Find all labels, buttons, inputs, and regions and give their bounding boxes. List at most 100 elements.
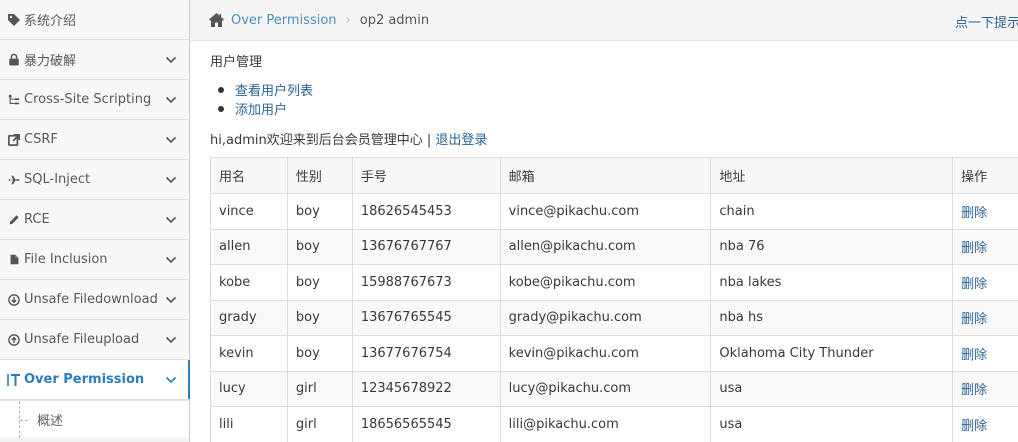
table-cell: vince@pikachu.com [499, 193, 712, 230]
upload-circle-icon [7, 333, 21, 347]
table-cell: boy [286, 299, 353, 336]
chevron-down-icon [165, 56, 177, 64]
sidebar-item-over-permission[interactable]: Over Permission [0, 360, 190, 400]
table-header-row: 用名 性别 手号 邮箱 地址 操作 [210, 157, 1018, 194]
chevron-down-icon [165, 176, 177, 184]
sidebar-item-label: Cross-Site Scripting [24, 92, 152, 107]
view-user-list-link[interactable]: 查看用户列表 [235, 80, 313, 99]
table-cell: allen@pikachu.com [499, 228, 712, 265]
sidebar-item-label: Unsafe Fileupload [24, 332, 140, 347]
chevron-down-icon [165, 336, 177, 344]
sidebar-item-label: 系统介绍 [24, 14, 77, 29]
sidebar-item-label: 暴力破解 [24, 54, 77, 69]
table-cell: kobe@pikachu.com [499, 264, 712, 301]
sidebar-item-label: Over Permission [24, 372, 145, 387]
table-cell: nba lakes [710, 264, 954, 301]
table-cell: nba 76 [710, 228, 954, 265]
table-cell: lucy [210, 370, 288, 407]
chevron-down-icon [165, 216, 177, 224]
sidebar-item-unsafe-upload[interactable]: Unsafe Fileupload [0, 320, 189, 360]
table-cell: 13676765545 [351, 299, 501, 336]
chevron-down-icon [165, 96, 177, 104]
table-header-cell: 用名 [210, 157, 288, 194]
table-row: kobe boy 15988767673 kobe@pikachu.com nba la… [210, 264, 1018, 301]
table-cell: Oklahoma City Thunder [710, 335, 954, 372]
table-cell: lucy@pikachu.com [499, 370, 712, 407]
delete-user-link[interactable]: 删除 [961, 348, 987, 363]
delete-user-link[interactable]: 删除 [961, 383, 987, 398]
sidebar-item-intro[interactable]: 系统介绍 [0, 0, 189, 40]
table-cell: kevin [210, 335, 288, 372]
table-cell: kobe [210, 264, 288, 301]
sidebar-item-sqli[interactable]: SQL-Inject [0, 160, 189, 200]
table-header-cell: 手号 [351, 157, 501, 194]
sidebar-subitem-overview[interactable]: 概述 [0, 400, 189, 438]
breadcrumb-current: op2 admin [359, 12, 430, 28]
sidebar-item-burteforce[interactable]: 暴力破解 [0, 40, 189, 80]
chevron-down-icon [165, 136, 177, 144]
main-content: 用户管理 查看用户列表 添加用户 hi,admin欢迎来到后台会员管理中心 | … [210, 41, 1018, 442]
table-cell: allen [210, 228, 288, 265]
bullet-icon [218, 105, 224, 112]
table-row: lili girl 18656565545 lili@pikachu.com usa 删除 [210, 406, 1018, 442]
sidebar-item-label: CSRF [24, 132, 58, 147]
sidebar-item-file-inclusion[interactable]: File Inclusion [0, 240, 189, 280]
table-row: grady boy 13676765545 grady@pikachu.com nba … [210, 299, 1018, 336]
table-cell: 18626545453 [351, 193, 501, 230]
table-cell: grady@pikachu.com [499, 299, 712, 336]
breadcrumb: Over Permission › op2 admin 点一下提示~ [190, 0, 1018, 41]
tags-icon [7, 13, 21, 27]
sidebar-item-unsafe-download[interactable]: Unsafe Filedownload [0, 280, 189, 320]
table-cell: 12345678922 [351, 370, 501, 407]
sidebar-submenu: 概述 [0, 400, 189, 438]
table-cell: 删除 [952, 193, 1018, 230]
logout-link[interactable]: 退出登录 [435, 133, 487, 148]
table-cell: 删除 [952, 299, 1018, 336]
sidebar-subitem-label: 概述 [37, 414, 64, 429]
sitemap-icon [7, 93, 21, 107]
pencil-icon [7, 213, 21, 227]
delete-user-link[interactable]: 删除 [961, 419, 987, 434]
chevron-down-icon [165, 256, 177, 264]
sidebar-item-csrf[interactable]: CSRF [0, 120, 189, 160]
add-user-link[interactable]: 添加用户 [235, 99, 287, 118]
table-cell: boy [286, 264, 353, 301]
sidebar-item-label: SQL-Inject [24, 172, 91, 187]
sidebar-item-rce[interactable]: RCE [0, 200, 189, 240]
table-row: allen boy 13676767767 allen@pikachu.com nba … [210, 228, 1018, 265]
user-table: 用名 性别 手号 邮箱 地址 操作 vince boy 18626545453 vince@pi… [210, 157, 1018, 442]
delete-user-link[interactable]: 删除 [961, 206, 987, 221]
external-link-icon [7, 133, 21, 147]
table-cell: boy [286, 335, 353, 372]
home-icon[interactable] [208, 12, 225, 28]
list-item: 查看用户列表 [218, 80, 313, 99]
welcome-message: hi,admin欢迎来到后台会员管理中心 | 退出登录 [210, 129, 487, 148]
table-cell: usa [710, 370, 954, 407]
table-cell: 删除 [952, 264, 1018, 301]
page-title: 用户管理 [210, 55, 263, 70]
delete-user-link[interactable]: 删除 [961, 277, 987, 292]
file-icon [7, 253, 21, 267]
download-circle-icon [7, 293, 21, 307]
delete-user-link[interactable]: 删除 [961, 241, 987, 256]
table-cell: vince [210, 193, 288, 230]
table-header-cell: 邮箱 [499, 157, 712, 194]
action-links: 查看用户列表 添加用户 [218, 80, 313, 118]
sidebar-item-xss[interactable]: Cross-Site Scripting [0, 80, 189, 120]
hint-link[interactable]: 点一下提示~ [955, 12, 1018, 31]
table-cell: chain [710, 193, 954, 230]
sidebar-item-label: RCE [24, 212, 50, 227]
table-cell: 13677676754 [351, 335, 501, 372]
bullet-icon [218, 86, 224, 93]
table-cell: 18656565545 [351, 406, 501, 442]
breadcrumb-link-over-permission[interactable]: Over Permission [231, 13, 337, 28]
table-row: lucy girl 12345678922 lucy@pikachu.com usa 删除 [210, 370, 1018, 407]
breadcrumb-separator-icon: › [345, 12, 351, 28]
chevron-down-icon [165, 376, 177, 384]
table-header-cell: 性别 [286, 157, 353, 194]
list-item: 添加用户 [218, 99, 313, 118]
table-body: vince boy 18626545453 vince@pikachu.com chai… [210, 193, 1018, 442]
sidebar-item-label: File Inclusion [24, 252, 108, 267]
delete-user-link[interactable]: 删除 [961, 312, 987, 327]
table-cell: 删除 [952, 335, 1018, 372]
